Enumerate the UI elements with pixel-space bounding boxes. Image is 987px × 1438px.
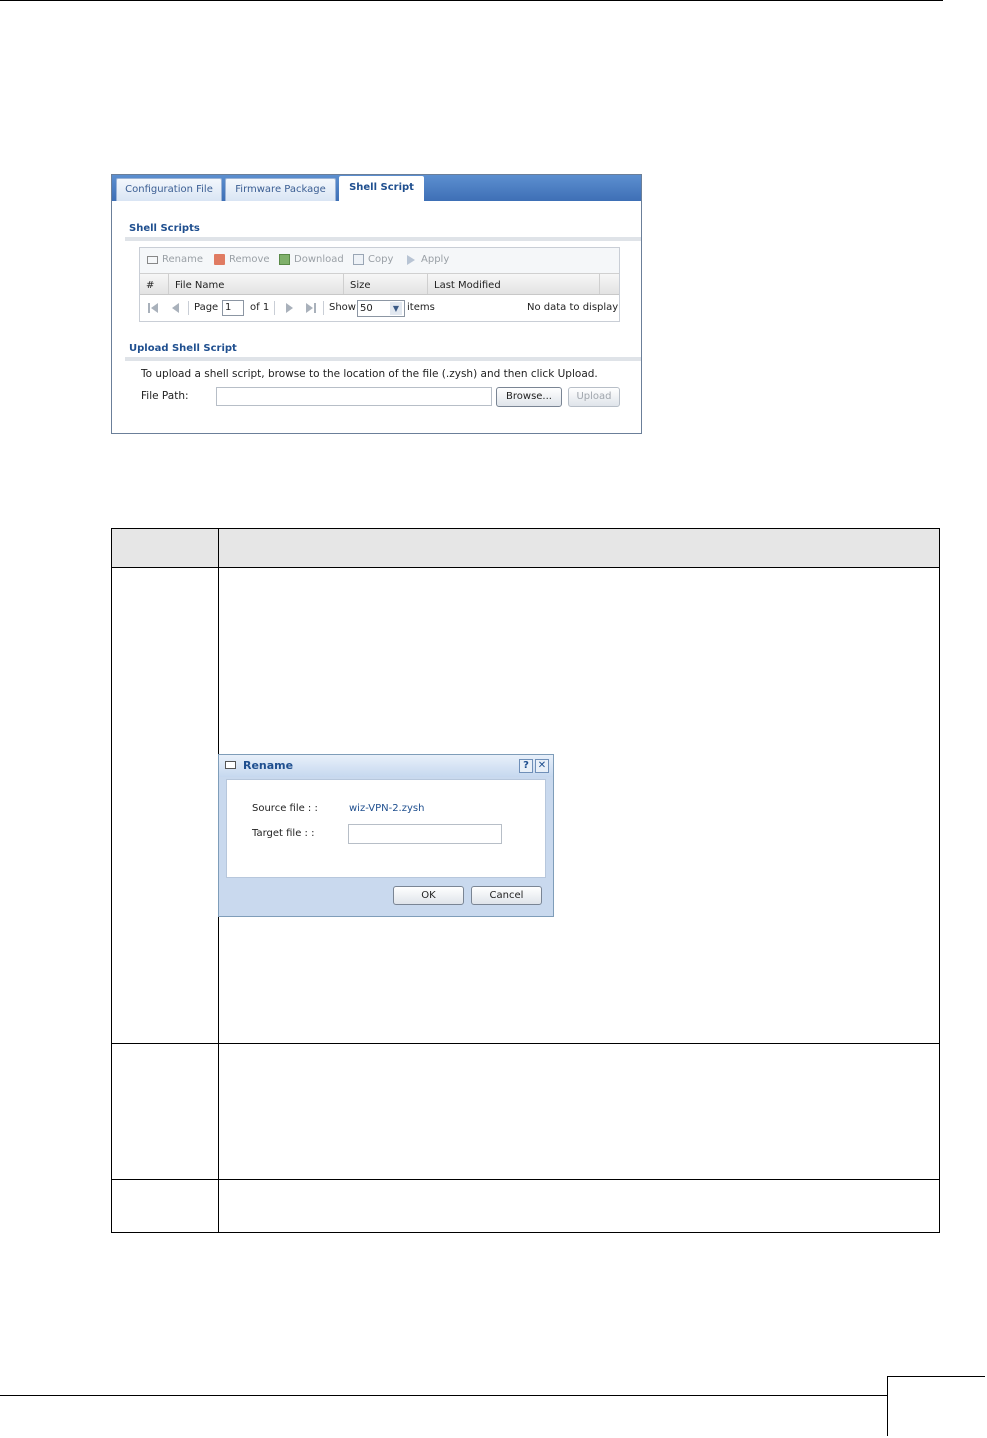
rename-dialog-title: Rename <box>243 759 294 772</box>
rename-button[interactable]: Rename <box>147 254 203 265</box>
page-number-input[interactable]: 1 <box>222 300 244 316</box>
cancel-button[interactable]: Cancel <box>471 886 542 905</box>
shell-scripts-title: Shell Scripts <box>129 223 200 234</box>
table-row <box>111 1179 940 1233</box>
copy-icon <box>353 254 364 265</box>
header-rule <box>0 0 943 1</box>
section-divider <box>125 357 641 361</box>
column-last-modified[interactable]: Last Modified <box>428 274 600 294</box>
rename-dialog: Rename ? ✕ Source file : : wiz-VPN-2.zys… <box>218 754 554 917</box>
table-cell <box>111 567 219 1044</box>
remove-button[interactable]: Remove <box>214 254 270 265</box>
grid-header: # File Name Size Last Modified <box>140 273 619 295</box>
source-file-value: wiz-VPN-2.zysh <box>349 803 425 814</box>
last-page-bar <box>314 303 316 313</box>
last-page-icon[interactable] <box>306 303 313 313</box>
save-icon <box>279 254 290 265</box>
page-size-value: 50 <box>360 303 373 314</box>
pager-separator <box>274 301 275 315</box>
page-label: Page <box>194 302 219 313</box>
table-cell <box>111 1179 219 1233</box>
apply-button[interactable]: Apply <box>407 254 449 265</box>
copy-label: Copy <box>368 254 394 265</box>
file-path-input[interactable] <box>216 387 492 406</box>
download-label: Download <box>294 254 344 265</box>
page-count: of 1 <box>250 302 270 313</box>
footer-rule <box>0 1395 887 1396</box>
table-header-cell <box>111 528 219 568</box>
close-icon[interactable]: ✕ <box>535 759 549 773</box>
table-header-row <box>111 528 940 568</box>
play-icon <box>407 254 415 265</box>
section-divider <box>125 237 641 241</box>
grid-pager: Page 1 of 1 Show 50 ▼ items No data to d… <box>140 295 619 321</box>
apply-label: Apply <box>421 254 450 265</box>
page-size-select[interactable]: 50 ▼ <box>357 300 405 317</box>
remove-label: Remove <box>229 254 270 265</box>
target-file-input[interactable] <box>348 824 502 844</box>
table-cell <box>218 1179 940 1233</box>
browse-button[interactable]: Browse... <box>496 387 562 407</box>
empty-grid-message: No data to display <box>527 302 619 313</box>
table-cell <box>111 1043 219 1180</box>
column-size[interactable]: Size <box>344 274 428 294</box>
show-label: Show <box>329 302 356 313</box>
table-cell <box>218 1043 940 1180</box>
rename-dialog-footer: OK Cancel <box>219 879 553 916</box>
download-button[interactable]: Download <box>279 254 344 265</box>
page-number-box <box>887 1376 985 1436</box>
rename-dialog-body: Source file : : wiz-VPN-2.zysh Target fi… <box>226 779 546 878</box>
grid-toolbar: Rename Remove Download Copy Apply <box>140 248 619 273</box>
shell-script-panel: Configuration File Firmware Package Shel… <box>111 174 642 434</box>
previous-page-icon[interactable] <box>172 303 179 313</box>
chevron-down-icon: ▼ <box>390 302 402 315</box>
trash-icon <box>214 254 225 265</box>
ok-button[interactable]: OK <box>393 886 464 905</box>
pager-separator <box>188 301 189 315</box>
column-file-name[interactable]: File Name <box>169 274 344 294</box>
target-file-label: Target file : : <box>252 828 315 839</box>
upload-shell-script-title: Upload Shell Script <box>129 343 237 354</box>
items-label: items <box>407 302 435 313</box>
rename-dialog-titlebar: Rename ? ✕ <box>219 755 553 777</box>
copy-button[interactable]: Copy <box>353 254 393 265</box>
tab-configuration-file[interactable]: Configuration File <box>116 178 222 201</box>
table-header-cell <box>218 528 940 568</box>
tab-shell-script[interactable]: Shell Script <box>339 176 424 201</box>
tab-firmware-package[interactable]: Firmware Package <box>225 178 336 201</box>
next-page-icon[interactable] <box>286 303 293 313</box>
pager-separator <box>323 301 324 315</box>
rename-icon <box>225 761 236 769</box>
upload-instructions: To upload a shell script, browse to the … <box>141 368 598 380</box>
rename-icon <box>147 255 158 264</box>
tab-bar: Configuration File Firmware Package Shel… <box>112 175 641 201</box>
file-path-label: File Path: <box>141 390 189 402</box>
source-file-label: Source file : : <box>252 803 318 814</box>
column-number[interactable]: # <box>140 274 169 294</box>
rename-label: Rename <box>162 254 204 265</box>
first-page-bar <box>148 303 150 313</box>
help-icon[interactable]: ? <box>519 759 533 773</box>
shell-scripts-grid: Rename Remove Download Copy Apply # File… <box>139 247 620 322</box>
first-page-icon[interactable] <box>151 303 158 313</box>
table-row <box>111 1043 940 1180</box>
upload-button[interactable]: Upload <box>568 387 620 407</box>
